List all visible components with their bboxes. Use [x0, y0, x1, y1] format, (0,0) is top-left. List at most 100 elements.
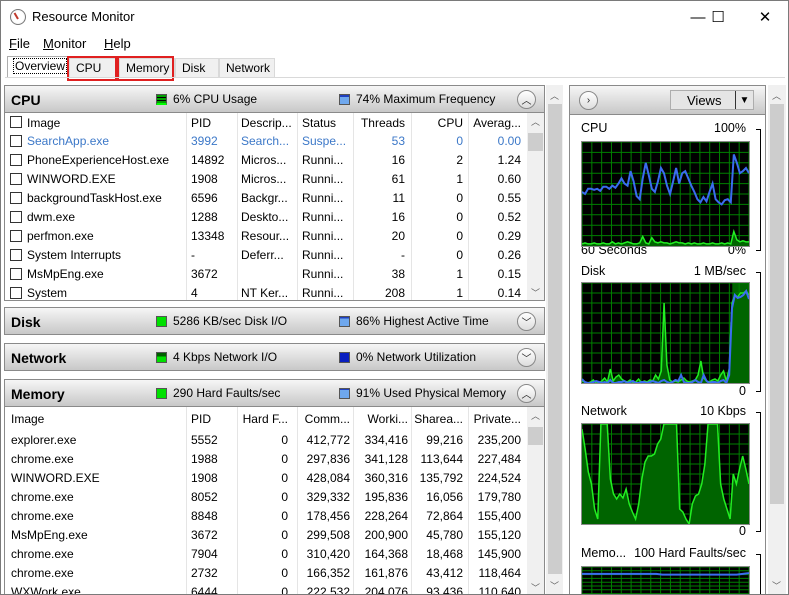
table-row[interactable]: WINWORD.EXE 1908 Micros... Runni... 61 1 0.60 — [5, 170, 529, 189]
scroll-down-icon[interactable]: ﹀ — [527, 581, 544, 594]
table-row[interactable]: System Interrupts - Deferr... Runni... - 0 0.2… — [5, 246, 529, 265]
memory-graph-max-label: 100 Hard Faults/sec — [634, 546, 746, 560]
column-separator[interactable] — [411, 113, 412, 132]
cell-image: explorer.exe — [11, 433, 77, 447]
column-separator[interactable] — [186, 407, 187, 431]
column-header-commit[interactable]: Comm... — [295, 412, 350, 426]
column-header-working-set[interactable]: Worki... — [355, 412, 408, 426]
collapse-graphs-button[interactable]: › — [579, 91, 598, 110]
table-row[interactable]: chrome.exe 8848 0 178,456 228,264 72,864 155,4… — [5, 507, 529, 526]
row-checkbox[interactable] — [10, 173, 22, 185]
network-expand-button[interactable]: ﹀ — [517, 348, 536, 367]
cell-threads: - — [401, 248, 405, 262]
table-row[interactable]: MsMpEng.exe 3672 Runni... 38 1 0.15 — [5, 265, 529, 284]
column-separator[interactable] — [468, 407, 469, 431]
cell-image: chrome.exe — [11, 566, 74, 580]
scroll-up-icon[interactable]: ︿ — [527, 115, 544, 128]
row-checkbox[interactable] — [10, 230, 22, 242]
cpu-blue-series-line — [582, 154, 749, 206]
memory-table-scrollbar[interactable]: ︿ ﹀ — [527, 407, 544, 594]
memory-section-title: Memory — [11, 386, 65, 402]
row-checkbox[interactable] — [10, 211, 22, 223]
row-checkbox[interactable] — [10, 135, 22, 147]
cpu-collapse-button[interactable]: ︿ — [517, 90, 536, 109]
views-dropdown[interactable]: Views ▼ — [670, 90, 754, 110]
column-separator[interactable] — [353, 407, 354, 431]
scroll-thumb[interactable] — [770, 104, 784, 504]
row-checkbox[interactable] — [10, 268, 22, 280]
column-header-shareable[interactable]: Sharea... — [413, 412, 463, 426]
table-row[interactable]: System 4 NT Ker... Runni... 208 1 0.14 — [5, 284, 529, 300]
table-row[interactable]: chrome.exe 1988 0 297,836 341,128 113,644 227,… — [5, 450, 529, 469]
scroll-down-icon[interactable]: ﹀ — [546, 579, 563, 592]
tab-disk[interactable]: Disk — [175, 58, 219, 78]
column-header-status[interactable]: Status — [302, 116, 352, 130]
column-header-avg[interactable]: Averag... — [467, 116, 521, 130]
column-separator — [237, 450, 238, 469]
tab-network[interactable]: Network — [219, 58, 275, 78]
table-row[interactable]: WINWORD.EXE 1908 0 428,084 360,316 135,792 224… — [5, 469, 529, 488]
column-separator[interactable] — [353, 113, 354, 132]
column-separator[interactable] — [237, 113, 238, 132]
scroll-down-icon[interactable]: ﹀ — [527, 286, 544, 299]
scroll-thumb[interactable] — [528, 427, 543, 445]
column-header-pid[interactable]: PID — [191, 116, 236, 130]
table-row[interactable]: PhoneExperienceHost.exe 14892 Micros... Run… — [5, 151, 529, 170]
menu-file[interactable]: File — [9, 36, 30, 51]
table-row[interactable]: perfmon.exe 13348 Resour... Runni... 20 0 0.29 — [5, 227, 529, 246]
cpu-table-scrollbar[interactable]: ︿ ﹀ — [527, 113, 544, 300]
memory-collapse-button[interactable]: ︿ — [517, 384, 536, 403]
tab-overview[interactable]: Overview — [7, 56, 69, 78]
column-separator[interactable] — [297, 113, 298, 132]
column-header-private[interactable]: Private... — [467, 412, 521, 426]
menu-monitor[interactable]: Monitor — [43, 36, 86, 51]
scroll-up-icon[interactable]: ︿ — [768, 89, 785, 102]
column-separator[interactable] — [297, 407, 298, 431]
cell-status: Runni... — [302, 191, 344, 205]
column-header-cpu[interactable]: CPU — [413, 116, 463, 130]
row-checkbox[interactable] — [10, 192, 22, 204]
column-header-image[interactable]: Image — [27, 116, 177, 130]
table-row[interactable]: chrome.exe 8052 0 329,332 195,836 16,056 179,7… — [5, 488, 529, 507]
column-header-desc[interactable]: Descrip... — [241, 116, 296, 130]
scroll-down-icon[interactable]: ﹀ — [768, 579, 785, 592]
table-row[interactable]: dwm.exe 1288 Deskto... Runni... 16 0 0.52 — [5, 208, 529, 227]
column-header-threads[interactable]: Threads — [355, 116, 405, 130]
menu-help[interactable]: Help — [104, 36, 131, 51]
maximize-button[interactable]: ☐ — [695, 1, 741, 33]
table-row[interactable]: backgroundTaskHost.exe 6596 Backgr... Runni… — [5, 189, 529, 208]
disk-section-header[interactable]: Disk 5286 KB/sec Disk I/O 86% Highest Ac… — [4, 307, 545, 335]
tab-memory[interactable]: Memory — [119, 58, 175, 78]
column-separator[interactable] — [468, 113, 469, 132]
tab-cpu[interactable]: CPU — [69, 58, 119, 78]
column-header-pid[interactable]: PID — [191, 412, 236, 426]
column-separator[interactable] — [186, 113, 187, 132]
table-row[interactable]: MsMpEng.exe 3672 0 299,508 200,900 45,780 155,… — [5, 526, 529, 545]
graphs-pane-scrollbar[interactable]: ︿ ﹀ — [768, 85, 786, 594]
table-row[interactable]: chrome.exe 7904 0 310,420 164,368 18,468 145,9… — [5, 545, 529, 564]
row-checkbox[interactable] — [10, 154, 22, 166]
cell-pid: - — [191, 248, 195, 262]
column-separator[interactable] — [411, 407, 412, 431]
table-row[interactable]: explorer.exe 5552 0 412,772 334,416 99,216 235… — [5, 431, 529, 450]
select-all-checkbox[interactable] — [10, 116, 22, 128]
table-row[interactable]: WXWork.exe 6444 0 222,532 204,076 93,436 110,6… — [5, 583, 529, 594]
table-row[interactable]: SearchApp.exe 3992 Search... Suspe... 53 0 0.0… — [5, 132, 529, 151]
scroll-up-icon[interactable]: ︿ — [546, 89, 563, 102]
scroll-up-icon[interactable]: ︿ — [527, 409, 544, 422]
column-separator — [468, 507, 469, 526]
row-checkbox[interactable] — [10, 249, 22, 261]
left-pane-scrollbar[interactable]: ︿ ﹀ — [546, 85, 563, 594]
memory-section-header[interactable]: Memory 290 Hard Faults/sec 91% Used Phys… — [4, 379, 545, 407]
disk-expand-button[interactable]: ﹀ — [517, 312, 536, 331]
table-row[interactable]: chrome.exe 2732 0 166,352 161,876 43,412 118,4… — [5, 564, 529, 583]
scroll-thumb[interactable] — [548, 104, 562, 574]
close-button[interactable]: ✕ — [742, 1, 788, 33]
column-separator[interactable] — [237, 407, 238, 431]
network-section-header[interactable]: Network 4 Kbps Network I/O 0% Network Ut… — [4, 343, 545, 371]
column-header-image[interactable]: Image — [11, 412, 181, 426]
row-checkbox[interactable] — [10, 287, 22, 299]
cpu-section-header[interactable]: CPU 6% CPU Usage 74% Maximum Frequency ︿ — [4, 85, 545, 113]
column-header-hard-faults[interactable]: Hard F... — [240, 412, 288, 426]
scroll-thumb[interactable] — [528, 133, 543, 151]
